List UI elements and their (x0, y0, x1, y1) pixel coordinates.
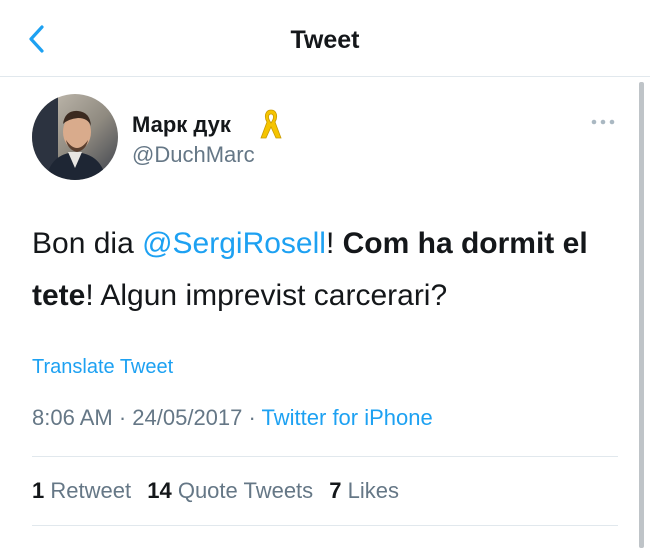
quote-tweets-count: 14 (147, 478, 172, 503)
author-name[interactable]: Марк дук (132, 112, 231, 138)
divider (32, 456, 618, 457)
tweet-stats: 1 Retweet 14 Quote Tweets 7 Likes (32, 478, 409, 504)
divider (32, 525, 618, 526)
retweets-count: 1 (32, 478, 45, 503)
more-options-icon[interactable] (588, 113, 618, 131)
tweet-date: 24/05/2017 (132, 405, 243, 430)
tweet-text-part: ! Algun imprevist carcerari? (85, 279, 448, 312)
quote-tweets-stat[interactable]: 14 Quote Tweets (147, 478, 313, 503)
tweet-text-part: ! (325, 227, 343, 260)
quote-tweets-label: Quote Tweets (177, 478, 314, 503)
tweet-time: 8:06 AM (32, 405, 113, 430)
top-nav-bar: Tweet (0, 0, 650, 77)
author-handle[interactable]: @DuchMarc (132, 142, 255, 168)
retweets-stat[interactable]: 1 Retweet (32, 478, 131, 503)
meta-separator: · (112, 405, 133, 430)
tweet-text: Bon dia @SergiRosell! Com ha dormit el t… (32, 218, 632, 322)
scrollbar[interactable] (639, 82, 644, 548)
tweet-meta: 8:06 AM · 24/05/2017 · Twitter for iPhon… (32, 405, 433, 431)
likes-count: 7 (329, 478, 342, 503)
yellow-ribbon-icon (260, 109, 282, 139)
mention-link[interactable]: @SergiRosell (142, 227, 326, 260)
meta-separator: · (242, 405, 262, 430)
avatar[interactable] (32, 94, 118, 180)
retweets-label: Retweet (50, 478, 132, 503)
tweet-source-link[interactable]: Twitter for iPhone (262, 405, 433, 430)
translate-tweet-link[interactable]: Translate Tweet (32, 356, 173, 379)
likes-label: Likes (347, 478, 400, 503)
likes-stat[interactable]: 7 Likes (329, 478, 399, 503)
tweet-text-part: Bon dia (32, 227, 143, 260)
page-title: Tweet (290, 26, 360, 54)
avatar-photo (32, 94, 118, 180)
